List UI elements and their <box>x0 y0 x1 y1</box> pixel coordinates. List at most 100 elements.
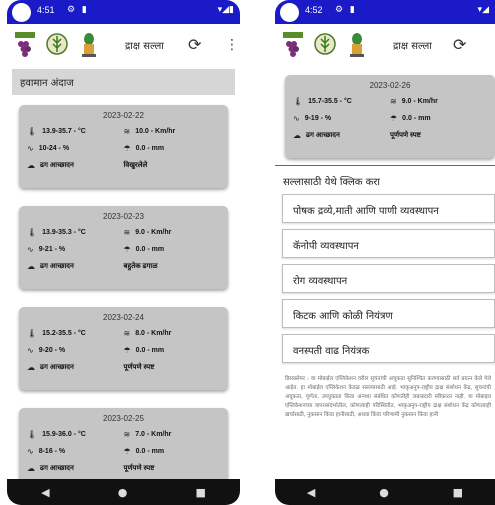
thermometer-icon: 🌡 <box>27 228 38 237</box>
status-bar: 4:51 ⚙ ▮ ▾◢▮ <box>7 0 240 24</box>
humidity-value: 9-19 - % <box>304 115 332 122</box>
temperature-value: 15.9-36.0 - °C <box>42 431 86 438</box>
icar-logo-icon <box>46 33 68 55</box>
forecast-date: 2023-02-24 <box>103 313 144 322</box>
humidity-value: 9-21 - % <box>38 246 66 253</box>
menu-item-plant-growth-regulator[interactable]: वनस्पती वाढ नियंत्रक <box>282 334 495 363</box>
rain-value: 0.0 - mm <box>135 448 165 455</box>
wind-value: 9.0 - Km/hr <box>135 229 172 236</box>
cloud-cover-label: ढग आच्छादन <box>306 132 340 139</box>
cloud-icon: ☁ <box>27 363 35 372</box>
back-icon[interactable]: ◀ <box>307 486 315 499</box>
temperature-value: 15.7-35.5 - °C <box>308 98 352 105</box>
cloud-cover-label: ढग आच्छादन <box>40 364 74 371</box>
refresh-icon[interactable]: ⟳ <box>188 35 201 54</box>
cloud-icon: ☁ <box>27 161 35 170</box>
humidity-value: 10-24 - % <box>38 145 70 152</box>
menu-item-nutrient-soil-water[interactable]: पोषक द्रव्ये,माती आणि पाणी व्यवस्थापन <box>282 194 495 223</box>
rain-value: 0.0 - mm <box>402 115 431 122</box>
app-bar: द्राक्ष सल्ला ⟳ ⋮ <box>275 24 495 66</box>
humidity-icon: ∿ <box>27 144 34 153</box>
wind-value: 10.0 - Km/hr <box>135 128 176 135</box>
forecast-date: 2023-02-25 <box>103 414 144 423</box>
back-icon[interactable]: ◀ <box>41 486 49 499</box>
weather-card: 2023-02-24 🌡 15.2-35.5 - °C ≋ 8.0 - Km/hr … <box>19 307 228 390</box>
temperature-value: 13.9-35.7 - °C <box>42 128 86 135</box>
cloud-cover-value: पूर्णपणे स्पष्ट <box>123 465 155 472</box>
wind-value: 8.0 - Km/hr <box>135 330 172 337</box>
cloud-cover-label: ढग आच्छादन <box>40 465 74 472</box>
temperature-value: 13.9-35.3 - °C <box>42 229 86 236</box>
icar-logo-icon <box>314 33 336 55</box>
menu-item-pest-mite-control[interactable]: किटक आणि कोळी नियंत्रण <box>282 299 495 328</box>
wind-icon: ≋ <box>123 228 131 237</box>
rain-value: 0.0 - mm <box>135 145 165 152</box>
phone-screen-right: 4:52 ⚙ ▮ ▾◢ द्राक्ष सल्ला ⟳ ⋮ 2023-02-26… <box>275 0 495 505</box>
rain-icon: ☂ <box>123 447 131 456</box>
emblem-logo-icon <box>82 33 96 57</box>
system-nav-bar: ◀ ● ■ <box>7 479 240 505</box>
nrcg-logo-icon <box>15 32 35 57</box>
app-title: द्राक्ष सल्ला <box>393 41 432 52</box>
rain-icon: ☂ <box>123 144 131 153</box>
notification-icons: ⚙ ▮ <box>67 5 89 15</box>
camera-cutout <box>12 3 31 22</box>
cloud-icon: ☁ <box>27 464 35 473</box>
more-options-icon[interactable]: ⋮ <box>489 37 495 53</box>
cloud-cover-value: विखुरलेले <box>123 162 148 169</box>
wind-icon: ≋ <box>123 127 131 136</box>
wind-value: 9.0 - Km/hr <box>401 98 438 105</box>
cloud-icon: ☁ <box>27 262 35 271</box>
recents-icon[interactable]: ■ <box>196 486 206 499</box>
recents-icon[interactable]: ■ <box>453 486 463 499</box>
wind-icon: ≋ <box>123 329 131 338</box>
thermometer-icon: 🌡 <box>27 329 38 338</box>
camera-cutout <box>280 3 299 22</box>
rain-value: 0.0 - mm <box>135 246 165 253</box>
disclaimer-text: डिसक्लेमर : या मोबाईल एप्लिकेशन वरील सूच… <box>285 376 491 418</box>
status-time: 4:51 <box>37 5 55 15</box>
thermometer-icon: 🌡 <box>27 430 38 439</box>
advice-menu-heading: सल्लासाठी येथे क्लिक करा <box>275 165 495 194</box>
nrcg-logo-icon <box>283 32 303 57</box>
cloud-icon: ☁ <box>293 131 301 140</box>
phone-screen-left: 4:51 ⚙ ▮ ▾◢▮ द्राक्ष सल्ला ⟳ ⋮ हवामान अं… <box>7 0 240 505</box>
cloud-cover-value: पूर्णपणे स्पष्ट <box>123 364 155 371</box>
signal-battery-icons: ▾◢ <box>477 5 489 15</box>
weather-card: 2023-02-23 🌡 13.9-35.3 - °C ≋ 9.0 - Km/hr … <box>19 206 228 289</box>
notification-icons: ⚙ ▮ <box>335 5 357 15</box>
rain-icon: ☂ <box>123 346 131 355</box>
signal-battery-icons: ▾◢▮ <box>217 5 234 15</box>
weather-card-list: 2023-02-22 🌡 13.9-35.7 - °C ≋ 10.0 - Km/hr… <box>7 105 240 491</box>
wind-icon: ≋ <box>390 97 397 106</box>
cloud-cover-label: ढग आच्छादन <box>40 263 74 270</box>
thermometer-icon: 🌡 <box>27 127 38 136</box>
emblem-logo-icon <box>350 33 364 57</box>
humidity-icon: ∿ <box>27 245 34 254</box>
more-options-icon[interactable]: ⋮ <box>225 37 239 53</box>
weather-card: 2023-02-22 🌡 13.9-35.7 - °C ≋ 10.0 - Km/hr… <box>19 105 228 188</box>
humidity-value: 9-20 - % <box>38 347 66 354</box>
cloud-cover-label: ढग आच्छादन <box>40 162 74 169</box>
advice-menu-list: पोषक द्रव्ये,माती आणि पाणी व्यवस्थापन कॅ… <box>275 194 495 363</box>
refresh-icon[interactable]: ⟳ <box>453 35 466 54</box>
system-nav-bar: ◀ ● ■ <box>275 479 495 505</box>
humidity-icon: ∿ <box>27 346 34 355</box>
humidity-icon: ∿ <box>27 447 34 456</box>
home-icon[interactable]: ● <box>118 486 128 499</box>
humidity-value: 8-16 - % <box>38 448 66 455</box>
temperature-value: 15.2-35.5 - °C <box>42 330 86 337</box>
weather-forecast-heading: हवामान अंदाज <box>12 69 235 95</box>
wind-value: 7.0 - Km/hr <box>135 431 172 438</box>
forecast-date: 2023-02-22 <box>103 111 144 120</box>
app-bar: द्राक्ष सल्ला ⟳ ⋮ <box>7 24 240 66</box>
home-icon[interactable]: ● <box>379 486 389 499</box>
forecast-date: 2023-02-23 <box>103 212 144 221</box>
rain-icon: ☂ <box>390 114 398 123</box>
menu-item-disease-management[interactable]: रोग व्यवस्थापन <box>282 264 495 293</box>
cloud-cover-value: बहुतेक ढगाळ <box>123 263 158 270</box>
forecast-date: 2023-02-26 <box>369 81 411 90</box>
wind-icon: ≋ <box>123 430 131 439</box>
weather-card: 2023-02-26 🌡 15.7-35.5 - °C ≋ 9.0 - Km/hr … <box>285 75 495 158</box>
menu-item-canopy-management[interactable]: कॅनोपी व्यवस्थापन <box>282 229 495 258</box>
